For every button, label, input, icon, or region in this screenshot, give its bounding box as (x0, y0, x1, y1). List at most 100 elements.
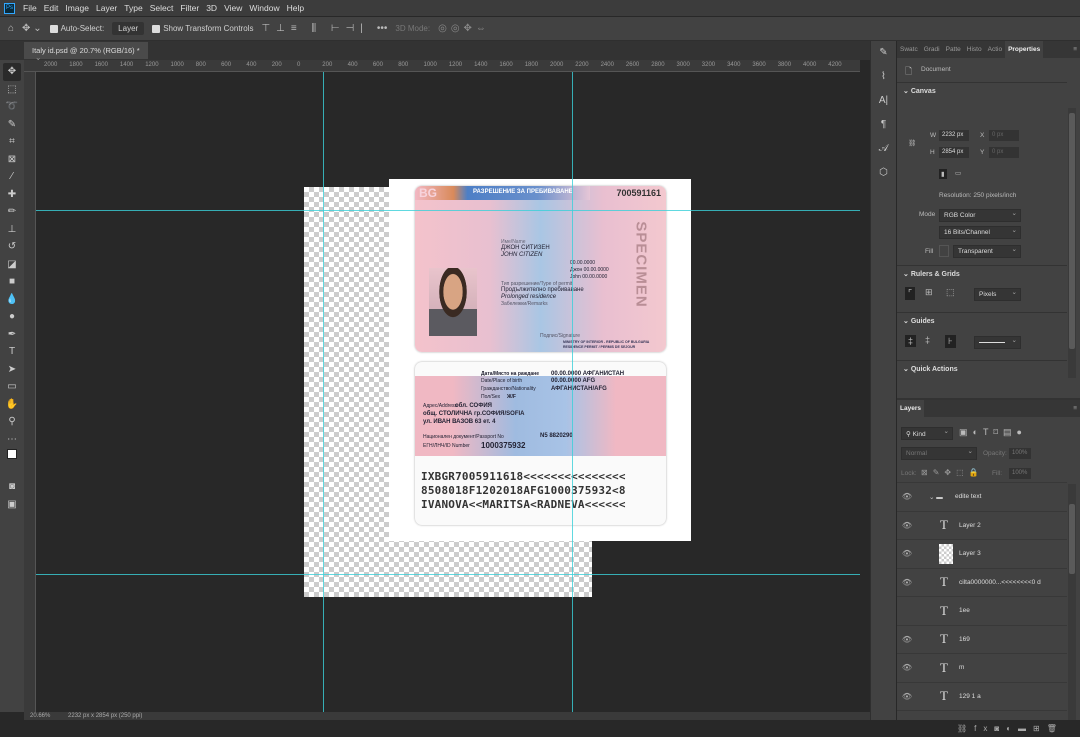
zoom-tool-icon[interactable]: ⚲ (3, 413, 21, 431)
brush-tool-icon[interactable]: ✏ (3, 203, 21, 221)
3d-controls-icons[interactable]: ◎◎✥⇔ (438, 23, 490, 34)
quick-actions-header[interactable]: ⌄ Quick Actions (897, 360, 1067, 377)
quick-select-tool-icon[interactable]: ✎ (3, 116, 21, 134)
layer-row[interactable]: 👁 T 169 (897, 624, 1067, 653)
guide-style-dropdown[interactable] (974, 336, 1021, 349)
character-icon[interactable]: A| (874, 95, 894, 113)
visibility-eye-icon[interactable]: 👁 (897, 692, 917, 701)
align-icons[interactable]: ⊤⊥≡ ⫼ ⊢⊣| (261, 23, 368, 34)
layer-fill-input[interactable]: 100% (1009, 468, 1031, 479)
menu-edit[interactable]: Edit (44, 3, 59, 13)
x-input[interactable]: 0 px (989, 130, 1019, 141)
tab-swatches[interactable]: Swatc (897, 46, 921, 53)
visibility-eye-icon[interactable]: 👁 (897, 635, 917, 644)
menu-select[interactable]: Select (150, 3, 174, 13)
show-transform-checkbox[interactable]: Show Transform Controls (152, 24, 253, 33)
layers-scrollbar[interactable] (1068, 484, 1076, 720)
glyphs-icon[interactable]: 𝒜 (874, 143, 894, 161)
panel-menu-icon[interactable]: ≡ (1070, 46, 1080, 53)
blur-tool-icon[interactable]: 💧 (3, 291, 21, 309)
link-icon[interactable]: ⛓ (908, 139, 916, 147)
menu-help[interactable]: Help (287, 3, 304, 13)
clone-stamp-icon[interactable]: ⊥ (3, 221, 21, 239)
menu-layer[interactable]: Layer (96, 3, 117, 13)
move-tool-icon[interactable]: ✥ ⌄ (22, 23, 42, 34)
y-input[interactable]: 0 px (989, 147, 1019, 158)
guide-vertical[interactable] (323, 72, 324, 712)
ruler-units-dropdown[interactable]: Pixels (974, 288, 1021, 301)
layer-row[interactable]: 👁 ⌄ ▬ edite text (897, 482, 1067, 510)
opacity-input[interactable]: 100% (1009, 448, 1031, 459)
gradient-tool-icon[interactable]: ■ (3, 273, 21, 291)
guide-horizontal[interactable] (36, 574, 860, 575)
auto-select-target-dropdown[interactable]: Layer (112, 22, 145, 35)
visibility-eye-icon[interactable]: 👁 (897, 663, 917, 672)
tab-history[interactable]: Histo (964, 46, 985, 53)
width-input[interactable]: 2232 px (939, 130, 969, 141)
more-tools-icon[interactable]: ⋯ (3, 431, 21, 449)
3d-icon[interactable]: ⬡ (874, 167, 894, 185)
zoom-level[interactable]: 20.66% (30, 713, 50, 719)
tab-gradients[interactable]: Gradi (921, 46, 943, 53)
menu-image[interactable]: Image (65, 3, 89, 13)
canvas-area[interactable]: BG РАЗРЕШЕНИЕ ЗА ПРЕБИВАВАНЕ 700591161 S… (36, 72, 860, 712)
rectangle-tool-icon[interactable]: ▭ (3, 378, 21, 396)
blend-mode-dropdown[interactable]: Normal (901, 447, 977, 460)
guide-vertical[interactable] (572, 72, 573, 712)
layer-row[interactable]: 👁T01.01.1990 (897, 710, 1067, 720)
mode-dropdown[interactable]: RGB Color (939, 209, 1021, 222)
layer-row[interactable]: T 1ee (897, 596, 1067, 624)
auto-select-checkbox[interactable]: Auto-Select: (49, 24, 104, 33)
path-select-icon[interactable]: ➤ (3, 361, 21, 379)
menu-window[interactable]: Window (249, 3, 279, 13)
pen-tool-icon[interactable]: ✒ (3, 326, 21, 344)
guides-toggle-icon[interactable]: ‡ (905, 335, 917, 347)
menu-3d[interactable]: 3D (206, 3, 217, 13)
tab-layers[interactable]: Layers (897, 400, 924, 417)
visibility-eye-icon[interactable]: 👁 (897, 521, 917, 530)
visibility-eye-icon[interactable]: 👁 (897, 492, 917, 501)
lasso-tool-icon[interactable]: ➰ (3, 98, 21, 116)
filter-kind-dropdown[interactable]: ⚲ Kind (901, 427, 953, 440)
bit-depth-dropdown[interactable]: 16 Bits/Channel (939, 226, 1021, 239)
menu-type[interactable]: Type (124, 3, 142, 13)
rulers-toggle-icon[interactable]: ⌜ (905, 287, 916, 300)
history-brush-icon[interactable]: ↺ (3, 238, 21, 256)
home-icon[interactable]: ⌂ (8, 23, 14, 34)
portrait-orientation-icon[interactable]: ▮ (939, 169, 947, 179)
lock-icons[interactable]: ⊠✎✥⬚🔒 (921, 468, 984, 477)
color-swatches-icon[interactable] (3, 448, 21, 478)
landscape-orientation-icon[interactable]: ▭ (955, 169, 961, 177)
image-layer[interactable]: BG РАЗРЕШЕНИЕ ЗА ПРЕБИВАВАНЕ 700591161 S… (389, 179, 691, 541)
tab-patterns[interactable]: Patte (943, 46, 964, 53)
dodge-tool-icon[interactable]: ● (3, 308, 21, 326)
fill-swatch[interactable] (939, 245, 949, 257)
layer-row[interactable]: 👁 T 129 1 a (897, 681, 1067, 710)
grid-toggle-icon[interactable]: ⊞ (925, 287, 933, 298)
layers-footer-icons[interactable]: ⛓fx◙◐▬⊞🗑 (957, 724, 1064, 733)
paragraph-icon[interactable]: ¶ (874, 119, 894, 137)
rulers-grids-header[interactable]: ⌄ Rulers & Grids (897, 265, 1067, 282)
healing-brush-icon[interactable]: ✚ (3, 186, 21, 204)
visibility-eye-icon[interactable]: 👁 (897, 549, 917, 558)
brush-settings-icon[interactable]: ✎ (874, 47, 894, 65)
paths-icon[interactable]: ⌇ (874, 71, 894, 89)
layer-row[interactable]: 👁 Tcilta0000000...<<<<<<<<0 d (897, 567, 1067, 596)
visibility-eye-icon[interactable]: 👁 (897, 578, 917, 587)
document-tab[interactable]: Italy id.psd @ 20.7% (RGB/16) * × (24, 42, 148, 64)
layer-row[interactable]: 👁 Layer 3 (897, 539, 1067, 567)
eyedropper-tool-icon[interactable]: ⁄ (3, 168, 21, 186)
lock-guides-icon[interactable]: ‡ (925, 335, 930, 345)
fill-dropdown[interactable]: Transparent (953, 245, 1021, 258)
menu-file[interactable]: File (23, 3, 37, 13)
properties-scrollbar[interactable] (1068, 108, 1076, 378)
hand-tool-icon[interactable]: ✋ (3, 396, 21, 414)
menu-view[interactable]: View (224, 3, 242, 13)
screen-mode-icon[interactable]: ▣ (3, 496, 21, 514)
crop-tool-icon[interactable]: ⌗ (3, 133, 21, 151)
height-input[interactable]: 2854 px (939, 147, 969, 158)
more-options-icon[interactable]: ••• (377, 23, 388, 34)
smart-guides-icon[interactable]: ⊦ (945, 335, 956, 348)
layer-row[interactable]: 👁 Tm (897, 653, 1067, 681)
menu-filter[interactable]: Filter (180, 3, 199, 13)
